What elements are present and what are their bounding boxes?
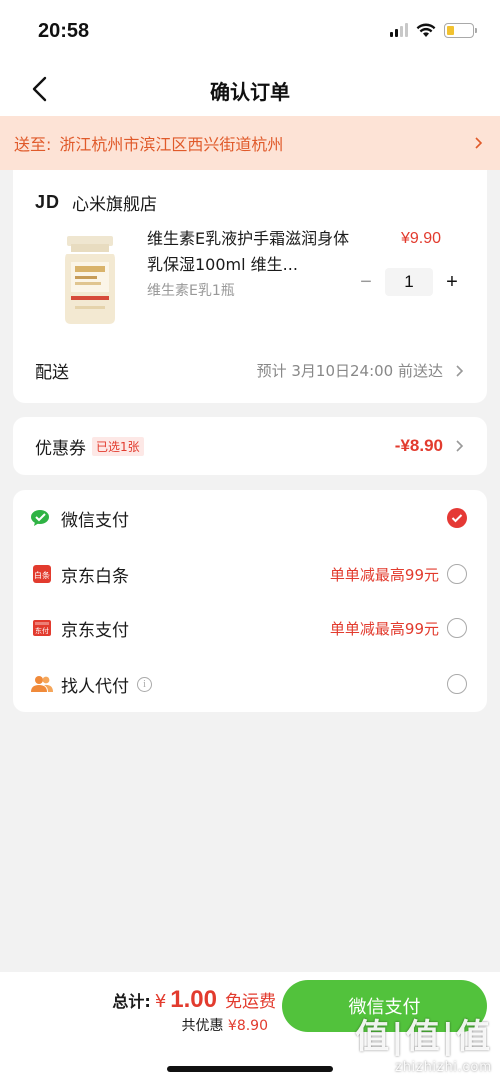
payment-option-label: 京东白条 <box>61 566 129 587</box>
quantity-stepper: − 1 + <box>357 268 461 296</box>
status-bar: 20:58 <box>0 0 500 62</box>
watermark-url: zhizhizhi.com <box>394 1058 492 1074</box>
delivery-estimate: 预计 3月10日24:00 前送达 <box>256 362 443 380</box>
nav-bar: 确认订单 <box>0 62 500 116</box>
baitiao-icon: 白条 <box>31 563 53 585</box>
payment-option-label: 京东支付 <box>61 620 129 641</box>
decrease-quantity-button[interactable]: − <box>357 271 375 294</box>
payment-option-wechat[interactable]: 微信支付 <box>31 504 467 532</box>
store-order-card: JD 心米旗舰店 维生素E乳液护手霜滋润身体乳保湿100ml 维生... 维生素… <box>13 170 487 403</box>
coupon-row[interactable]: 优惠券 已选1张 -¥8.90 <box>13 417 487 475</box>
shipping-address-bar[interactable]: 送至: 浙江杭州市滨江区西兴街道杭州 <box>0 116 500 170</box>
friends-pay-icon <box>31 673 53 695</box>
total-amount: 1.00 <box>170 986 217 1013</box>
cellular-signal-icon <box>390 23 408 37</box>
page-title: 确认订单 <box>210 80 290 104</box>
home-indicator <box>167 1066 333 1072</box>
radio-unchecked-icon[interactable] <box>447 618 467 638</box>
wechat-pay-icon <box>31 507 53 529</box>
currency-symbol: ¥ <box>154 991 167 1012</box>
product-image[interactable] <box>57 234 123 326</box>
checkout-bar: 总计: ¥ 1.00 免运费 共优惠 ¥8.90 微信支付 值|值|值 zhiz… <box>0 972 500 1082</box>
payment-option-promo: 单单减最高99元 <box>329 565 439 584</box>
coupon-label: 优惠券 <box>35 438 86 459</box>
product-spec: 维生素E乳1瓶 <box>147 283 235 299</box>
store-name: 心米旗舰店 <box>72 195 158 215</box>
payment-option-jd-pay[interactable]: 东付 京东支付 单单减最高99元 <box>31 614 467 642</box>
chevron-right-icon <box>456 440 464 452</box>
payment-option-label: 找人代付 <box>61 676 129 697</box>
quantity-value[interactable]: 1 <box>385 268 433 296</box>
radio-unchecked-icon[interactable] <box>447 674 467 694</box>
product-title[interactable]: 维生素E乳液护手霜滋润身体乳保湿100ml 维生... <box>147 226 361 278</box>
increase-quantity-button[interactable]: + <box>443 271 461 294</box>
payment-option-baitiao[interactable]: 白条 京东白条 单单减最高99元 <box>31 560 467 588</box>
store-header[interactable]: JD 心米旗舰店 <box>35 190 157 215</box>
info-icon[interactable]: i <box>137 676 152 692</box>
address-text: 浙江杭州市滨江区西兴街道杭州 <box>59 135 284 154</box>
payment-option-label: 微信支付 <box>61 510 129 531</box>
svg-text:东付: 东付 <box>35 626 49 635</box>
radio-checked-icon[interactable] <box>447 508 467 528</box>
jd-logo: JD <box>35 192 61 212</box>
radio-unchecked-icon[interactable] <box>447 564 467 584</box>
total-savings: 共优惠 ¥8.90 <box>181 1015 268 1035</box>
chevron-right-icon <box>475 137 483 149</box>
order-total: 总计: ¥ 1.00 免运费 <box>112 986 276 1014</box>
free-shipping-label: 免运费 <box>225 992 276 1012</box>
coupon-selected-badge: 已选1张 <box>92 436 144 456</box>
delivery-label: 配送 <box>35 363 69 383</box>
site-watermark: 值|值|值 zhizhizhi.com <box>355 1009 492 1074</box>
jd-pay-icon: 东付 <box>31 617 53 639</box>
product-price: ¥9.90 <box>400 230 441 247</box>
battery-icon <box>444 22 477 38</box>
payment-option-promo: 单单减最高99元 <box>329 619 439 638</box>
delivery-row[interactable]: 配送 预计 3月10日24:00 前送达 <box>35 358 465 383</box>
chevron-right-icon <box>456 364 464 377</box>
status-time: 20:58 <box>38 20 90 42</box>
watermark-logo: 值|值|值 <box>355 1017 492 1057</box>
savings-value: ¥8.90 <box>227 1018 268 1034</box>
savings-label: 共优惠 <box>181 1018 224 1034</box>
svg-text:白条: 白条 <box>34 570 50 580</box>
total-label: 总计: <box>112 992 151 1011</box>
coupon-discount: -¥8.90 <box>394 436 443 455</box>
wifi-icon <box>416 23 436 37</box>
payment-methods-card: 微信支付 白条 京东白条 单单减最高99元 东付 京东支付 单单减最高99元 找… <box>13 490 487 712</box>
status-icons <box>390 22 477 38</box>
address-label: 送至: <box>14 135 52 154</box>
payment-option-friends-pay[interactable]: 找人代付 i <box>31 670 467 698</box>
